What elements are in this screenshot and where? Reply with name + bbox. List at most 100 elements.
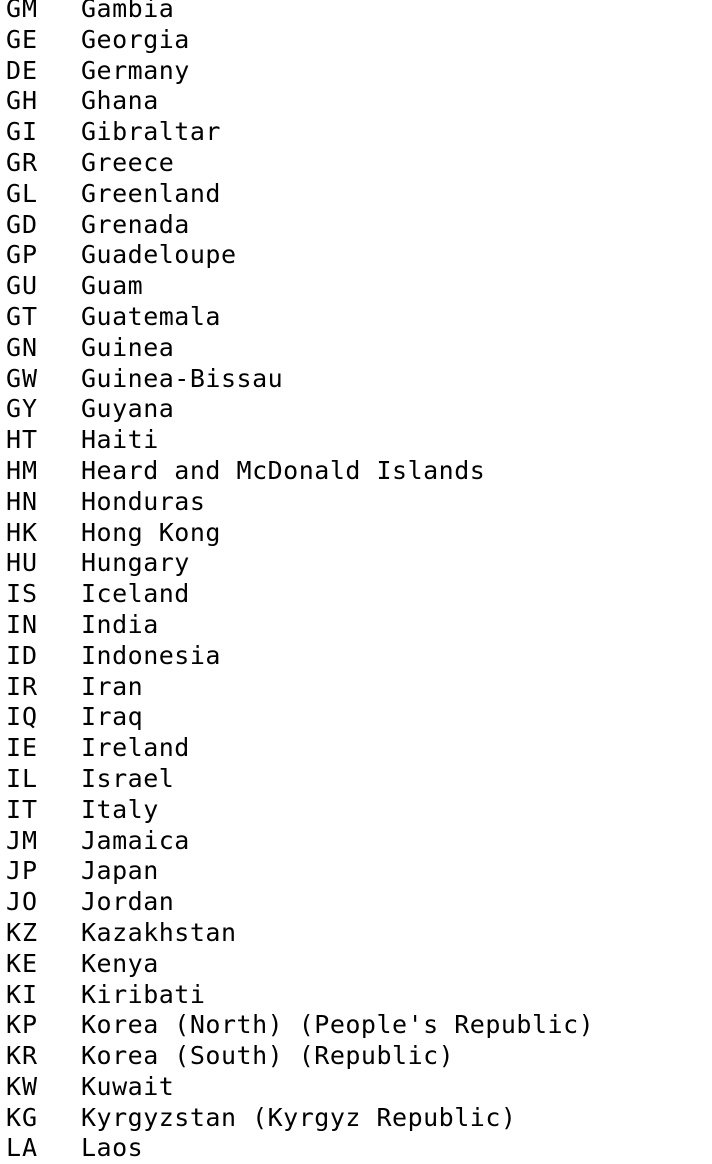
country-row: KE Kenya	[6, 949, 594, 980]
country-code: IT	[6, 794, 39, 824]
country-code: KG	[6, 1102, 39, 1132]
country-code: GY	[6, 394, 39, 424]
country-name: Gambia	[81, 0, 175, 23]
country-code: IE	[6, 733, 39, 763]
country-row: GE Georgia	[6, 25, 594, 56]
country-name: Hong Kong	[81, 517, 221, 547]
country-code: GH	[6, 86, 39, 116]
country-code: KI	[6, 979, 39, 1009]
country-row: GY Guyana	[6, 394, 594, 425]
country-row: IQ Iraq	[6, 702, 594, 733]
country-row: LA Laos	[6, 1133, 594, 1164]
country-code: KW	[6, 1071, 39, 1101]
country-code: GR	[6, 147, 39, 177]
country-row: GR Greece	[6, 148, 594, 179]
country-name: Laos	[81, 1133, 144, 1163]
country-row: KZ Kazakhstan	[6, 918, 594, 949]
country-code: GW	[6, 363, 39, 393]
country-name: Honduras	[81, 486, 206, 516]
country-name: Guadeloupe	[81, 240, 237, 270]
country-row: KW Kuwait	[6, 1072, 594, 1103]
country-code: JO	[6, 887, 39, 917]
country-row: JP Japan	[6, 856, 594, 887]
country-row: HT Haiti	[6, 425, 594, 456]
country-row: IR Iran	[6, 672, 594, 703]
country-code: KR	[6, 1041, 39, 1071]
country-row: JM Jamaica	[6, 826, 594, 857]
country-name: Korea (North) (People's Republic)	[81, 1010, 595, 1040]
country-row: IT Italy	[6, 795, 594, 826]
country-name: Greece	[81, 147, 175, 177]
country-code: HM	[6, 455, 39, 485]
country-row: IL Israel	[6, 764, 594, 795]
country-name: Indonesia	[81, 640, 221, 670]
country-code: GP	[6, 240, 39, 270]
country-row: JO Jordan	[6, 887, 594, 918]
country-row: KG Kyrgyzstan (Kyrgyz Republic)	[6, 1103, 594, 1134]
country-name: Iran	[81, 671, 144, 701]
country-row: HK Hong Kong	[6, 518, 594, 549]
country-code-list: GM Gambia GE Georgia DE Germany GH Ghana…	[6, 0, 594, 1164]
country-code: JM	[6, 825, 39, 855]
country-row: HM Heard and McDonald Islands	[6, 456, 594, 487]
country-code: GT	[6, 301, 39, 331]
country-code: HN	[6, 486, 39, 516]
country-name: Guyana	[81, 394, 175, 424]
country-name: Iraq	[81, 702, 144, 732]
country-row: ID Indonesia	[6, 641, 594, 672]
country-name: Jamaica	[81, 825, 190, 855]
country-row: IE Ireland	[6, 733, 594, 764]
country-row: GH Ghana	[6, 86, 594, 117]
country-row: DE Germany	[6, 56, 594, 87]
country-code: IL	[6, 763, 39, 793]
country-code: DE	[6, 55, 39, 85]
country-name: Gibraltar	[81, 117, 221, 147]
country-name: India	[81, 609, 159, 639]
country-name: Kyrgyzstan (Kyrgyz Republic)	[81, 1102, 517, 1132]
country-name: Israel	[81, 763, 175, 793]
country-code: KE	[6, 948, 39, 978]
country-name: Guinea	[81, 332, 175, 362]
country-row: GM Gambia	[6, 0, 594, 25]
country-row: IN India	[6, 610, 594, 641]
country-row: KP Korea (North) (People's Republic)	[6, 1010, 594, 1041]
country-name: Grenada	[81, 209, 190, 239]
country-code: ID	[6, 640, 39, 670]
country-name: Kenya	[81, 948, 159, 978]
country-name: Korea (South) (Republic)	[81, 1041, 455, 1071]
country-row: GW Guinea-Bissau	[6, 364, 594, 395]
country-name: Japan	[81, 856, 159, 886]
country-row: GU Guam	[6, 271, 594, 302]
country-name: Guam	[81, 271, 144, 301]
country-code: LA	[6, 1133, 39, 1163]
country-name: Georgia	[81, 24, 190, 54]
country-row: KR Korea (South) (Republic)	[6, 1041, 594, 1072]
country-name: Guinea-Bissau	[81, 363, 284, 393]
country-code: GI	[6, 117, 39, 147]
country-code: IS	[6, 579, 39, 609]
country-name: Greenland	[81, 178, 221, 208]
country-name: Guatemala	[81, 301, 221, 331]
country-name: Ireland	[81, 733, 190, 763]
country-name: Kuwait	[81, 1071, 175, 1101]
country-row: GN Guinea	[6, 333, 594, 364]
country-code: GE	[6, 24, 39, 54]
country-code: GN	[6, 332, 39, 362]
country-row: IS Iceland	[6, 579, 594, 610]
country-code: KP	[6, 1010, 39, 1040]
country-row: HN Honduras	[6, 487, 594, 518]
country-code: HU	[6, 548, 39, 578]
country-name: Kiribati	[81, 979, 206, 1009]
country-code: IQ	[6, 702, 39, 732]
country-name: Heard and McDonald Islands	[81, 455, 486, 485]
country-row: GD Grenada	[6, 210, 594, 241]
country-name: Iceland	[81, 579, 190, 609]
country-name: Jordan	[81, 887, 175, 917]
country-name: Kazakhstan	[81, 917, 237, 947]
country-row: GI Gibraltar	[6, 117, 594, 148]
country-code: GU	[6, 271, 39, 301]
country-row: HU Hungary	[6, 548, 594, 579]
country-code: KZ	[6, 917, 39, 947]
country-row: GL Greenland	[6, 179, 594, 210]
country-name: Germany	[81, 55, 190, 85]
